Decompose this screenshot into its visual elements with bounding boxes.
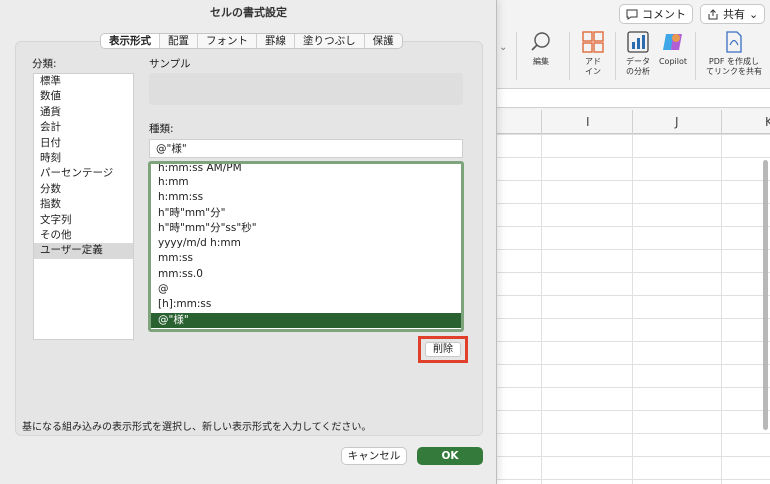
ribbon-divider	[695, 32, 696, 80]
edit-button[interactable]: 編集	[523, 30, 559, 67]
description-text: 基になる組み込みの表示形式を選択し、新しい表示形式を入力してください。	[22, 422, 372, 433]
ribbon-divider	[569, 32, 570, 80]
sample-label: サンプル	[149, 58, 191, 70]
share-label: 共有	[723, 8, 745, 21]
delete-highlight: 削除	[418, 336, 468, 363]
grid-line	[721, 134, 722, 484]
category-item-currency[interactable]: 通貨	[34, 105, 133, 120]
pdf-label: PDF を作成し てリンクを共有	[706, 57, 762, 76]
column-label-j[interactable]: J	[675, 115, 679, 129]
column-label-i[interactable]: I	[586, 115, 590, 129]
category-item-number[interactable]: 数値	[34, 89, 133, 104]
data-analysis-label: データ の分析	[626, 57, 650, 76]
format-item[interactable]: mm:ss	[151, 251, 461, 266]
cancel-button[interactable]: キャンセル	[341, 447, 407, 465]
addin-button[interactable]: アド イン	[577, 30, 609, 77]
tab-alignment[interactable]: 配置	[160, 34, 198, 48]
copilot-button[interactable]: Copilot	[655, 30, 691, 67]
format-item[interactable]: mm:ss.0	[151, 267, 461, 282]
type-input[interactable]	[149, 139, 463, 158]
addin-label: アド イン	[585, 57, 601, 76]
vertical-scrollbar[interactable]	[763, 160, 768, 430]
dialog-title: セルの書式設定	[210, 6, 287, 19]
ribbon-divider	[516, 32, 517, 80]
column-divider	[632, 110, 633, 134]
tab-border[interactable]: 罫線	[257, 34, 295, 48]
tab-bar: 表示形式 配置 フォント 罫線 塗りつぶし 保護	[100, 33, 403, 49]
copilot-label: Copilot	[658, 57, 688, 66]
cell-grid[interactable]	[497, 134, 770, 484]
grid-line	[632, 134, 633, 484]
format-item[interactable]: yyyy/m/d h:mm	[151, 236, 461, 251]
format-item[interactable]: h:mm:ss AM/PM	[151, 164, 461, 175]
format-item[interactable]: [h]:mm:ss	[151, 297, 461, 312]
ribbon: ⌄ 編集 アド イン データ の分析 Copilot PDF を作成し てリンク…	[497, 28, 770, 86]
column-header: I J K	[497, 110, 770, 134]
pdf-share-button[interactable]: PDF を作成し てリンクを共有	[703, 30, 765, 77]
tab-fill[interactable]: 塗りつぶし	[295, 34, 365, 48]
format-item[interactable]: h:mm:ss	[151, 190, 461, 205]
category-item-custom[interactable]: ユーザー定義	[34, 243, 133, 259]
category-item-date[interactable]: 日付	[34, 136, 133, 151]
data-analysis-icon	[627, 31, 649, 53]
type-label: 種類:	[149, 123, 174, 135]
format-item-selected[interactable]: @"様"	[151, 312, 461, 328]
search-icon	[531, 32, 550, 51]
tab-protection[interactable]: 保護	[365, 34, 402, 48]
pdf-icon	[726, 31, 742, 53]
copilot-icon	[663, 34, 682, 50]
category-item-percentage[interactable]: パーセンテージ	[34, 166, 133, 181]
category-item-accounting[interactable]: 会計	[34, 120, 133, 135]
share-icon	[708, 8, 718, 19]
format-list: h:mm:ss AM/PM h:mm h:mm:ss h"時"mm"分" h"時…	[148, 161, 464, 332]
category-item-fraction[interactable]: 分数	[34, 182, 133, 197]
excel-top-bar: コメント 共有 ⌄	[497, 0, 770, 28]
grid-line	[541, 134, 542, 484]
category-item-general[interactable]: 標準	[34, 74, 133, 89]
category-list: 標準 数値 通貨 会計 日付 時刻 パーセンテージ 分数 指数 文字列 その他 …	[33, 73, 134, 340]
tab-number-format[interactable]: 表示形式	[101, 34, 160, 48]
format-cells-dialog: セルの書式設定 表示形式 配置 フォント 罫線 塗りつぶし 保護 分類: 標準 …	[0, 0, 497, 484]
sample-preview	[149, 73, 463, 105]
tab-font[interactable]: フォント	[198, 34, 257, 48]
ok-button[interactable]: OK	[417, 447, 483, 465]
comment-icon	[626, 9, 638, 20]
chevron-down-icon: ⌄	[749, 7, 759, 21]
category-item-text[interactable]: 文字列	[34, 213, 133, 228]
column-label-k[interactable]: K	[765, 115, 770, 129]
category-item-scientific[interactable]: 指数	[34, 197, 133, 212]
format-item[interactable]: h"時"mm"分"	[151, 206, 461, 221]
category-label: 分類:	[32, 58, 57, 70]
format-item[interactable]: h"時"mm"分"ss"秒"	[151, 221, 461, 236]
delete-button[interactable]: 削除	[425, 342, 461, 357]
comment-button[interactable]: コメント	[619, 4, 693, 24]
format-item[interactable]: h:mm	[151, 175, 461, 190]
share-button[interactable]: 共有 ⌄	[700, 4, 766, 24]
comment-label: コメント	[642, 8, 686, 21]
category-item-time[interactable]: 時刻	[34, 151, 133, 166]
format-item[interactable]: @	[151, 282, 461, 297]
ribbon-divider	[615, 32, 616, 80]
ribbon-chevron-icon: ⌄	[499, 42, 508, 53]
formula-bar[interactable]	[497, 88, 770, 108]
data-analysis-button[interactable]: データ の分析	[621, 30, 655, 77]
addin-icon	[582, 31, 604, 53]
category-item-special[interactable]: その他	[34, 228, 133, 243]
column-divider	[541, 110, 542, 134]
edit-label: 編集	[533, 57, 549, 66]
column-divider	[721, 110, 722, 134]
